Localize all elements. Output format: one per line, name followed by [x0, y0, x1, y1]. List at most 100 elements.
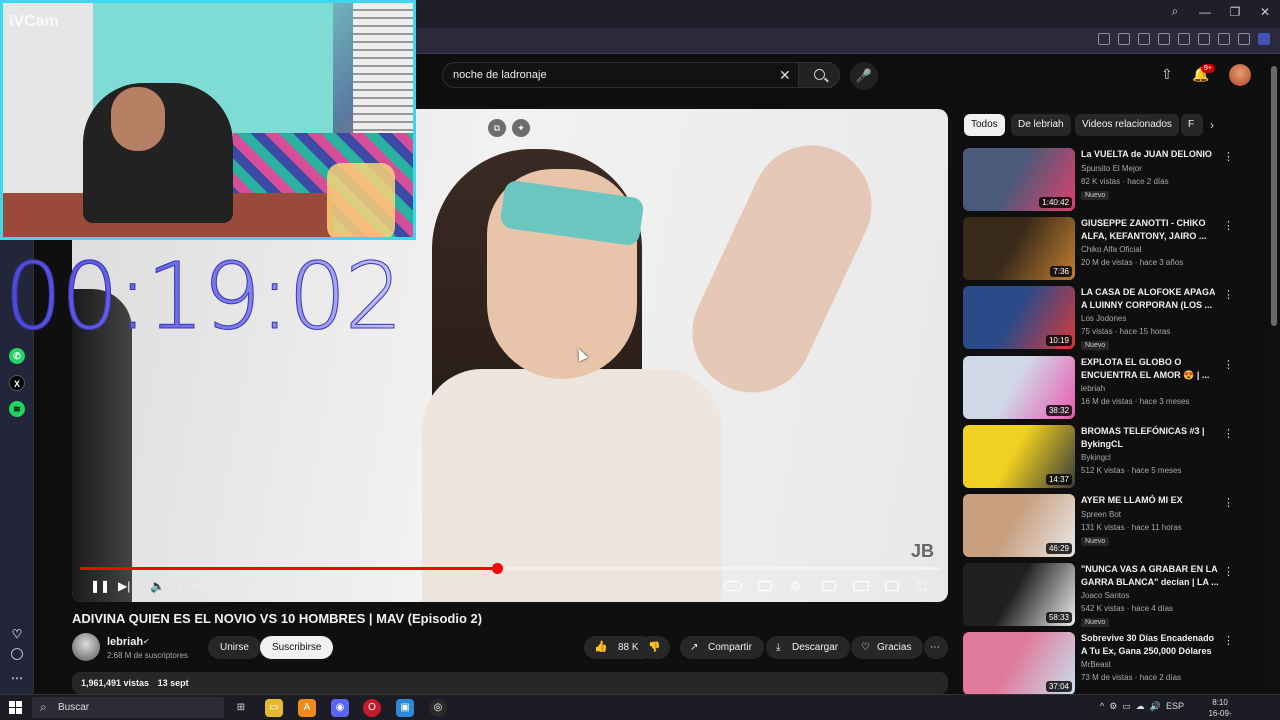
opera-icon[interactable]: O — [363, 699, 381, 717]
recommendation-channel[interactable]: Bykingcl — [1081, 453, 1111, 462]
recommendation-channel[interactable]: Joaco Santos — [1081, 591, 1129, 600]
more-options-icon[interactable]: ⋮ — [1223, 496, 1234, 509]
video-thumbnail[interactable]: 7:36 — [963, 217, 1075, 280]
shield-icon[interactable] — [1138, 33, 1150, 45]
page-scrollbar[interactable] — [1270, 56, 1278, 694]
recommendation-title[interactable]: Sobrevive 30 Días Encadenado A Tu Ex, Ga… — [1081, 632, 1219, 658]
play-icon[interactable] — [1158, 33, 1170, 45]
recommendation-item[interactable]: 38:32 EXPLOTA EL GLOBO O ENCUENTRA EL AM… — [963, 356, 1263, 422]
snapshot-icon[interactable] — [1098, 33, 1110, 45]
download-icon[interactable] — [1198, 33, 1210, 45]
pause-icon[interactable]: ❚❚ — [90, 579, 110, 593]
recommendation-title[interactable]: La VUELTA de JUAN DELONIO — [1081, 148, 1219, 161]
close-button[interactable]: ✕ — [1258, 5, 1272, 19]
description-box[interactable]: 1,961,491 vistas 13 sept — [72, 672, 948, 694]
taskbar-search-input[interactable]: Buscar — [32, 697, 224, 718]
recommendation-channel[interactable]: lebriah — [1081, 384, 1105, 393]
file-explorer-icon[interactable]: ▭ — [265, 699, 283, 717]
extension-icon[interactable] — [1258, 33, 1270, 45]
miniplayer-icon[interactable]: ⧉ — [488, 119, 506, 137]
more-icon[interactable]: ⋯ — [9, 670, 25, 686]
recommendation-title[interactable]: BROMAS TELEFÓNICAS #3 | BykingCL — [1081, 425, 1219, 451]
app-record-icon[interactable]: ◎ — [429, 699, 447, 717]
taskbar-clock[interactable]: 8:10 16-09-2025 — [1200, 697, 1240, 720]
avatar[interactable] — [1229, 64, 1251, 86]
video-thumbnail[interactable]: 46:29 — [963, 494, 1075, 557]
miniplayer-button[interactable] — [822, 581, 836, 591]
sparkle-icon[interactable]: ✦ — [512, 119, 530, 137]
windows-start-icon[interactable] — [9, 701, 22, 714]
progress-bar[interactable] — [80, 563, 940, 574]
profile-icon[interactable] — [1238, 33, 1250, 45]
video-thumbnail[interactable]: 10:19 — [963, 286, 1075, 349]
volume-icon[interactable]: 🔈 — [150, 579, 165, 593]
recommendation-title[interactable]: "NUNCA VAS A GRABAR EN LA GARRA BLANCA" … — [1081, 563, 1219, 589]
recommendation-item[interactable]: 14:37 BROMAS TELEFÓNICAS #3 | BykingCL B… — [963, 425, 1263, 491]
share-button[interactable]: ↗ Compartir — [680, 636, 764, 659]
history-icon[interactable] — [11, 648, 23, 660]
heart-icon[interactable] — [1178, 33, 1190, 45]
video-thumbnail[interactable]: 1:40:42 — [963, 148, 1075, 211]
recommendation-channel[interactable]: MrBeast — [1081, 660, 1111, 669]
discord-icon[interactable]: ◉ — [331, 699, 349, 717]
recommendation-channel[interactable]: Spreen Bot — [1081, 510, 1121, 519]
recommendation-title[interactable]: LA CASA DE ALOFOKE APAGA A LUINNY CORPOR… — [1081, 286, 1219, 312]
recommendation-item[interactable]: 10:19 LA CASA DE ALOFOKE APAGA A LUINNY … — [963, 286, 1263, 352]
recommendation-title[interactable]: AYER ME LLAMÓ MI EX — [1081, 494, 1219, 507]
download-button[interactable]: ⤓ Descargar — [766, 636, 851, 659]
recommendation-item[interactable]: 58:33 "NUNCA VAS A GRABAR EN LA GARRA BL… — [963, 563, 1263, 629]
recommendation-item[interactable]: 7:36 GIUSEPPE ZANOTTI - CHIKO ALFA, KEFA… — [963, 217, 1263, 283]
spotify-icon[interactable]: ≋ — [9, 401, 25, 417]
maximize-button[interactable]: ❐ — [1228, 5, 1242, 19]
next-icon[interactable]: ▶| — [118, 579, 130, 593]
subscribe-button[interactable]: Suscribirse — [260, 636, 334, 659]
cast-icon[interactable] — [885, 581, 899, 591]
chip-more[interactable]: F — [1181, 114, 1203, 136]
recommendation-title[interactable]: EXPLOTA EL GLOBO O ENCUENTRA EL AMOR 😍 |… — [1081, 356, 1219, 382]
video-thumbnail[interactable]: 38:32 — [963, 356, 1075, 419]
search-button[interactable] — [798, 62, 840, 88]
chevron-right-icon[interactable]: › — [1210, 118, 1214, 132]
subtitles-icon[interactable] — [758, 581, 772, 591]
minimize-button[interactable]: — — [1198, 5, 1212, 19]
video-thumbnail[interactable]: 58:33 — [963, 563, 1075, 626]
more-options-icon[interactable]: ⋮ — [1223, 427, 1234, 440]
settings-gear-icon[interactable]: ⚙ — [790, 579, 801, 593]
more-actions-button[interactable]: ⋯ — [924, 636, 948, 659]
language-indicator[interactable]: ESP — [1166, 701, 1184, 711]
scrollbar-thumb[interactable] — [1271, 66, 1277, 326]
recommendation-item[interactable]: 46:29 AYER ME LLAMÓ MI EX Spreen Bot 131… — [963, 494, 1263, 560]
more-options-icon[interactable]: ⋮ — [1223, 288, 1234, 301]
recommendation-item[interactable]: 37:04 Sobrevive 30 Días Encadenado A Tu … — [963, 632, 1263, 698]
search-input[interactable]: noche de ladronaje — [442, 62, 832, 88]
clear-search-icon[interactable]: ✕ — [779, 67, 791, 84]
more-options-icon[interactable]: ⋮ — [1223, 219, 1234, 232]
recommendation-title[interactable]: GIUSEPPE ZANOTTI - CHIKO ALFA, KEFANTONY… — [1081, 217, 1219, 243]
dislike-button[interactable]: 👎 — [640, 636, 670, 659]
video-thumbnail[interactable]: 14:37 — [963, 425, 1075, 488]
channel-avatar[interactable] — [72, 633, 100, 661]
heart-icon[interactable]: ♡ — [9, 626, 25, 642]
chip-de-lebriah[interactable]: De lebriah — [1011, 114, 1071, 136]
task-view-icon[interactable]: ⊞ — [232, 699, 250, 717]
theater-mode-icon[interactable] — [853, 581, 869, 591]
recommendation-channel[interactable]: Chiko Alfa Oficial — [1081, 245, 1141, 254]
list-icon[interactable] — [1218, 33, 1230, 45]
recommendation-channel[interactable]: Los Jodones — [1081, 314, 1126, 323]
thanks-button[interactable]: ♡ Gracias — [851, 636, 924, 659]
autoplay-toggle[interactable] — [724, 581, 742, 591]
more-options-icon[interactable]: ⋮ — [1223, 634, 1234, 647]
ivcam-icon[interactable]: ▣ — [396, 699, 414, 717]
upload-icon[interactable]: ⇧ — [1161, 66, 1173, 83]
chip-todos[interactable]: Todos — [964, 114, 1005, 136]
recommendation-channel[interactable]: Spursito El Mejor — [1081, 164, 1142, 173]
join-button[interactable]: Unirse — [208, 636, 261, 659]
system-tray[interactable]: ^ ⚙ ▭ ☁ 🔊 ESP — [1100, 701, 1184, 712]
x-twitter-icon[interactable]: X — [9, 375, 25, 391]
camera-icon[interactable] — [1118, 33, 1130, 45]
fullscreen-icon[interactable]: ⛶ — [918, 579, 926, 594]
more-options-icon[interactable]: ⋮ — [1223, 150, 1234, 163]
channel-name[interactable]: lebriah — [107, 636, 143, 648]
video-thumbnail[interactable]: 37:04 — [963, 632, 1075, 695]
browser-search-icon[interactable]: ⌕ — [1168, 4, 1182, 19]
